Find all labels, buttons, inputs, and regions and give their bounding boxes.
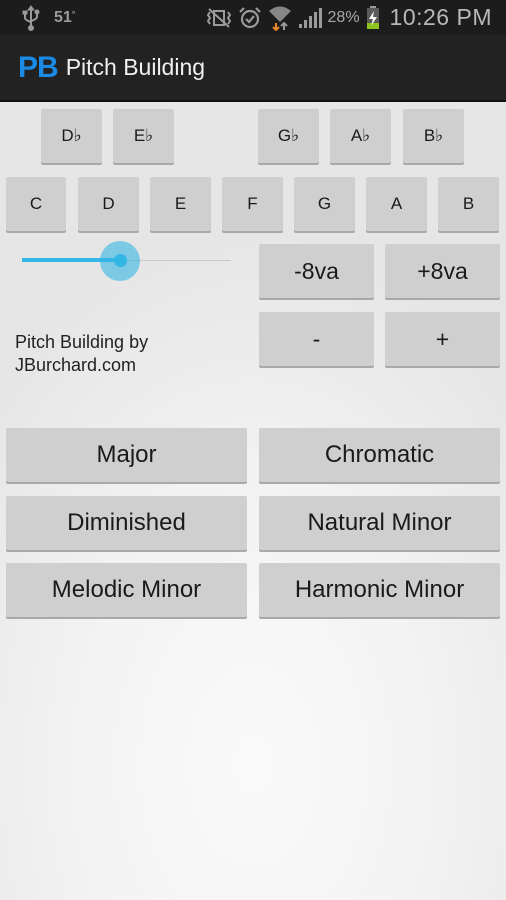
key-g-button[interactable]: G: [294, 177, 355, 231]
action-bar: PB Pitch Building: [0, 35, 506, 102]
scale-natural-minor-button[interactable]: Natural Minor: [259, 496, 500, 550]
scale-major-button[interactable]: Major: [6, 428, 247, 482]
octave-down-button[interactable]: -8va: [259, 244, 374, 298]
scale-harmonic-minor-button[interactable]: Harmonic Minor: [259, 563, 500, 617]
credit-line-1: Pitch Building by: [15, 332, 149, 352]
app-title: Pitch Building: [65, 54, 206, 80]
usb-icon: [22, 4, 40, 31]
credit-text: Pitch Building by JBurchard.com: [15, 331, 148, 377]
battery-charging-icon: [366, 5, 380, 30]
plus-button[interactable]: +: [385, 312, 500, 366]
octave-up-button[interactable]: +8va: [385, 244, 500, 298]
vibrate-mute-icon: [206, 7, 232, 29]
key-d-flat-button[interactable]: D♭: [41, 109, 102, 163]
key-b-flat-button[interactable]: B♭: [403, 109, 464, 163]
wifi-icon: [268, 5, 292, 31]
temperature-value: 51: [54, 8, 72, 26]
key-a-flat-button[interactable]: A♭: [330, 109, 391, 163]
key-e-flat-button[interactable]: E♭: [113, 109, 174, 163]
app-logo: PB: [18, 50, 59, 84]
credit-line-2: JBurchard.com: [15, 355, 137, 375]
key-f-button[interactable]: F: [222, 177, 283, 231]
minus-button[interactable]: -: [259, 312, 374, 366]
clock: 10:26 PM: [389, 4, 492, 30]
key-e-button[interactable]: E: [150, 177, 211, 231]
slider-thumb[interactable]: [113, 254, 127, 267]
key-c-button[interactable]: C: [6, 177, 66, 231]
signal-icon: [298, 7, 322, 29]
scale-diminished-button[interactable]: Diminished: [6, 496, 247, 550]
status-bar: 51° 28% 10:26 PM: [0, 0, 506, 35]
battery-percent: 28%: [327, 8, 360, 26]
scale-melodic-minor-button[interactable]: Melodic Minor: [6, 563, 247, 617]
volume-slider[interactable]: [22, 241, 231, 281]
scale-chromatic-button[interactable]: Chromatic: [259, 428, 500, 482]
key-d-button[interactable]: D: [78, 177, 139, 231]
temperature-unit: °: [71, 8, 76, 19]
key-b-button[interactable]: B: [438, 177, 499, 231]
key-a-button[interactable]: A: [366, 177, 427, 231]
temperature-readout: 51°: [54, 9, 75, 27]
alarm-icon: [238, 6, 262, 30]
key-g-flat-button[interactable]: G♭: [258, 109, 319, 163]
